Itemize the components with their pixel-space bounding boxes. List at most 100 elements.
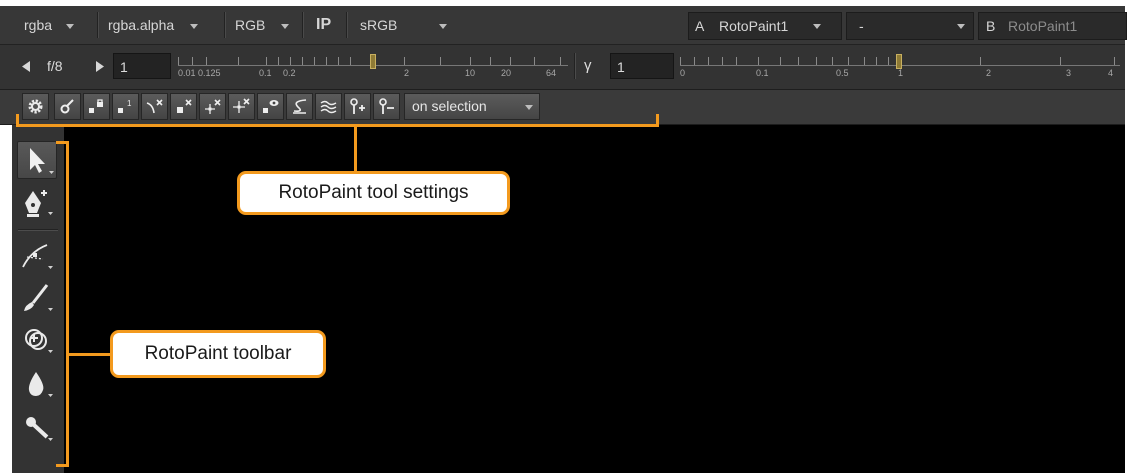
delete-point-icon — [177, 99, 192, 113]
dodge-icon — [26, 417, 53, 441]
gamma-slider-handle[interactable] — [896, 54, 902, 69]
curve-icon — [293, 99, 307, 114]
gain-tick-label: 0.1 — [259, 68, 272, 78]
gamma-input[interactable]: 1 — [610, 53, 674, 79]
chevron-down-icon — [281, 23, 290, 29]
settings-bracket-right — [656, 114, 659, 127]
b-spline-icon — [22, 244, 53, 269]
toolbar-callout: RotoPaint toolbar — [110, 330, 326, 378]
divider — [18, 229, 58, 231]
select-arrow-icon — [30, 148, 54, 174]
chevron-down-icon — [813, 24, 821, 29]
gain-tick-label: 64 — [546, 68, 557, 78]
dodge-tool[interactable] — [17, 409, 57, 447]
gain-tick-label: 10 — [465, 68, 476, 78]
viewer-gain-bar: f/8 1 0.01 0.125 0.1 0.2 2 10 20 64 γ 1 … — [0, 45, 1125, 90]
chevron-down-icon — [439, 23, 448, 29]
wipe-operation-dropdown[interactable]: - — [846, 12, 974, 40]
move-point-icon — [233, 98, 250, 113]
lut-value: sRGB — [360, 17, 398, 33]
gamma-slider[interactable]: 0 0.1 0.5 1 2 3 4 — [680, 51, 1120, 83]
bezier-tool[interactable] — [17, 183, 57, 221]
gain-input[interactable]: 1 — [113, 53, 171, 79]
input-b-label: B — [986, 18, 996, 34]
gamma-tick-label: 0 — [680, 68, 686, 78]
toolbar-bracket-bottom — [56, 464, 69, 467]
chevron-down-icon — [957, 24, 965, 29]
lut-dropdown[interactable]: sRGB — [360, 6, 448, 44]
curve-button[interactable] — [286, 93, 313, 120]
add-feather-button[interactable] — [344, 93, 371, 120]
chevron-down-icon — [525, 105, 533, 110]
clone-icon — [25, 329, 53, 353]
tool-settings-bar: 1 on selection — [0, 90, 1125, 125]
toolbar-connector — [68, 353, 112, 356]
gamma-label: γ — [584, 57, 592, 74]
blur-tool[interactable] — [17, 365, 57, 403]
step-back-icon[interactable] — [22, 61, 30, 72]
tool-settings-callout: RotoPaint tool settings — [237, 171, 510, 215]
chevron-down-icon — [65, 23, 74, 29]
input-a-selector[interactable]: A RotoPaint1 — [688, 12, 842, 40]
viewer-canvas[interactable] — [64, 125, 1125, 473]
feather-link-button[interactable] — [54, 93, 81, 120]
select-tool[interactable] — [17, 141, 57, 179]
rotopaint-toolbar — [12, 125, 65, 473]
layer-dropdown[interactable]: rgba — [24, 6, 74, 44]
lock-points-button[interactable] — [83, 93, 110, 120]
gain-slider-handle[interactable] — [370, 54, 376, 69]
toolbar-bracket-top — [56, 141, 69, 144]
divider — [97, 12, 99, 38]
visibility-icon — [263, 100, 279, 113]
divider — [224, 12, 226, 38]
remove-feather-icon — [379, 98, 394, 114]
selection-mode-value: on selection — [412, 98, 487, 114]
gamma-tick-label: 2 — [986, 68, 992, 78]
add-feather-icon — [350, 98, 365, 114]
viewer-channel-bar: rgba rgba.alpha RGB IP sRGB A RotoPaint1… — [0, 6, 1127, 45]
settings-bracket — [16, 124, 659, 127]
point-one-button[interactable]: 1 — [112, 93, 139, 120]
selection-mode-dropdown[interactable]: on selection — [404, 93, 540, 120]
point-one-icon: 1 — [118, 99, 132, 113]
input-a-value: RotoPaint1 — [719, 18, 789, 34]
gamma-tick-label: 4 — [1108, 68, 1114, 78]
blur-drop-icon — [28, 372, 53, 397]
input-a-label: A — [695, 18, 705, 34]
divider — [302, 12, 304, 38]
gain-tick-label: 0.2 — [283, 68, 296, 78]
layer-value: rgba — [24, 17, 53, 33]
gamma-tick-label: 0.5 — [836, 68, 849, 78]
brush-tool[interactable] — [17, 279, 57, 317]
operation-value: - — [859, 18, 864, 34]
settings-icon — [28, 99, 43, 114]
remove-tangent-button[interactable] — [141, 93, 168, 120]
bezier-pen-icon — [25, 190, 53, 217]
channel-dropdown[interactable]: rgba.alpha — [108, 6, 199, 44]
fstop-label: f/8 — [47, 58, 63, 74]
add-point-icon — [205, 99, 221, 114]
divider — [346, 12, 348, 38]
brush-icon — [24, 284, 53, 311]
gain-slider[interactable]: 0.01 0.125 0.1 0.2 2 10 20 64 — [178, 51, 568, 83]
add-point-button[interactable] — [199, 93, 226, 120]
settings-connector — [354, 126, 357, 172]
display-value: RGB — [235, 17, 266, 33]
clone-tool[interactable] — [17, 321, 57, 359]
display-dropdown[interactable]: RGB — [235, 6, 290, 44]
chevron-down-icon — [190, 23, 199, 29]
visibility-button[interactable] — [257, 93, 284, 120]
settings-button[interactable] — [22, 93, 49, 120]
input-b-selector[interactable]: B RotoPaint1 — [978, 12, 1127, 40]
step-forward-icon[interactable] — [96, 61, 104, 72]
input-process-toggle[interactable]: IP — [316, 6, 331, 44]
input-b-value: RotoPaint1 — [1008, 18, 1078, 34]
remove-feather-button[interactable] — [373, 93, 400, 120]
delete-point-button[interactable] — [170, 93, 197, 120]
move-point-button[interactable] — [228, 93, 255, 120]
bspline-tool[interactable] — [17, 237, 57, 275]
lock-point-icon — [89, 99, 103, 113]
motion-blur-button[interactable] — [315, 93, 342, 120]
gamma-tick-label: 0.1 — [756, 68, 769, 78]
remove-tangent-icon — [146, 99, 163, 114]
